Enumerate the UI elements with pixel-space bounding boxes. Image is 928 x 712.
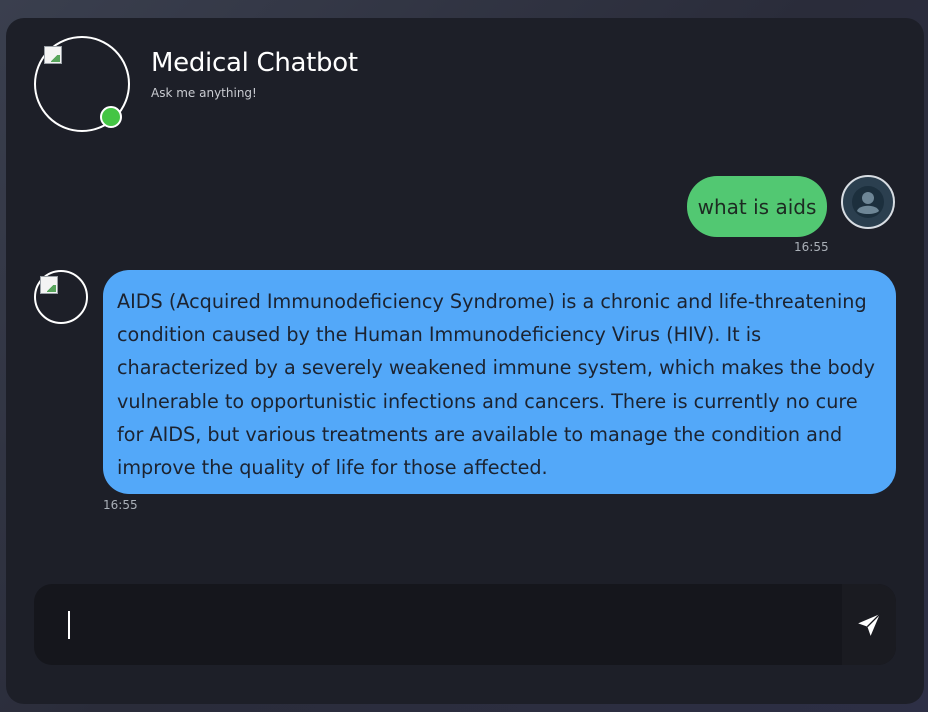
message-input[interactable] bbox=[34, 584, 842, 665]
message-composer bbox=[34, 584, 896, 665]
bot-message-avatar bbox=[34, 270, 88, 324]
online-status-indicator bbox=[100, 106, 122, 128]
send-icon bbox=[858, 613, 881, 636]
user-message-bubble: what is aids bbox=[687, 176, 827, 237]
chat-window: Medical Chatbot Ask me anything! what is… bbox=[6, 18, 924, 704]
user-message-timestamp: 16:55 bbox=[794, 240, 829, 254]
send-button[interactable] bbox=[842, 584, 896, 665]
bot-message-bubble: AIDS (Acquired Immunodeficiency Syndrome… bbox=[103, 270, 896, 494]
bot-message-timestamp: 16:55 bbox=[103, 498, 138, 512]
broken-image-icon bbox=[44, 46, 62, 64]
chat-title: Medical Chatbot bbox=[151, 48, 358, 78]
chat-subtitle: Ask me anything! bbox=[151, 86, 257, 100]
bot-header-avatar bbox=[34, 36, 130, 132]
user-avatar bbox=[841, 175, 895, 229]
broken-image-icon bbox=[40, 276, 58, 294]
user-icon bbox=[852, 186, 884, 218]
text-caret bbox=[68, 611, 70, 639]
